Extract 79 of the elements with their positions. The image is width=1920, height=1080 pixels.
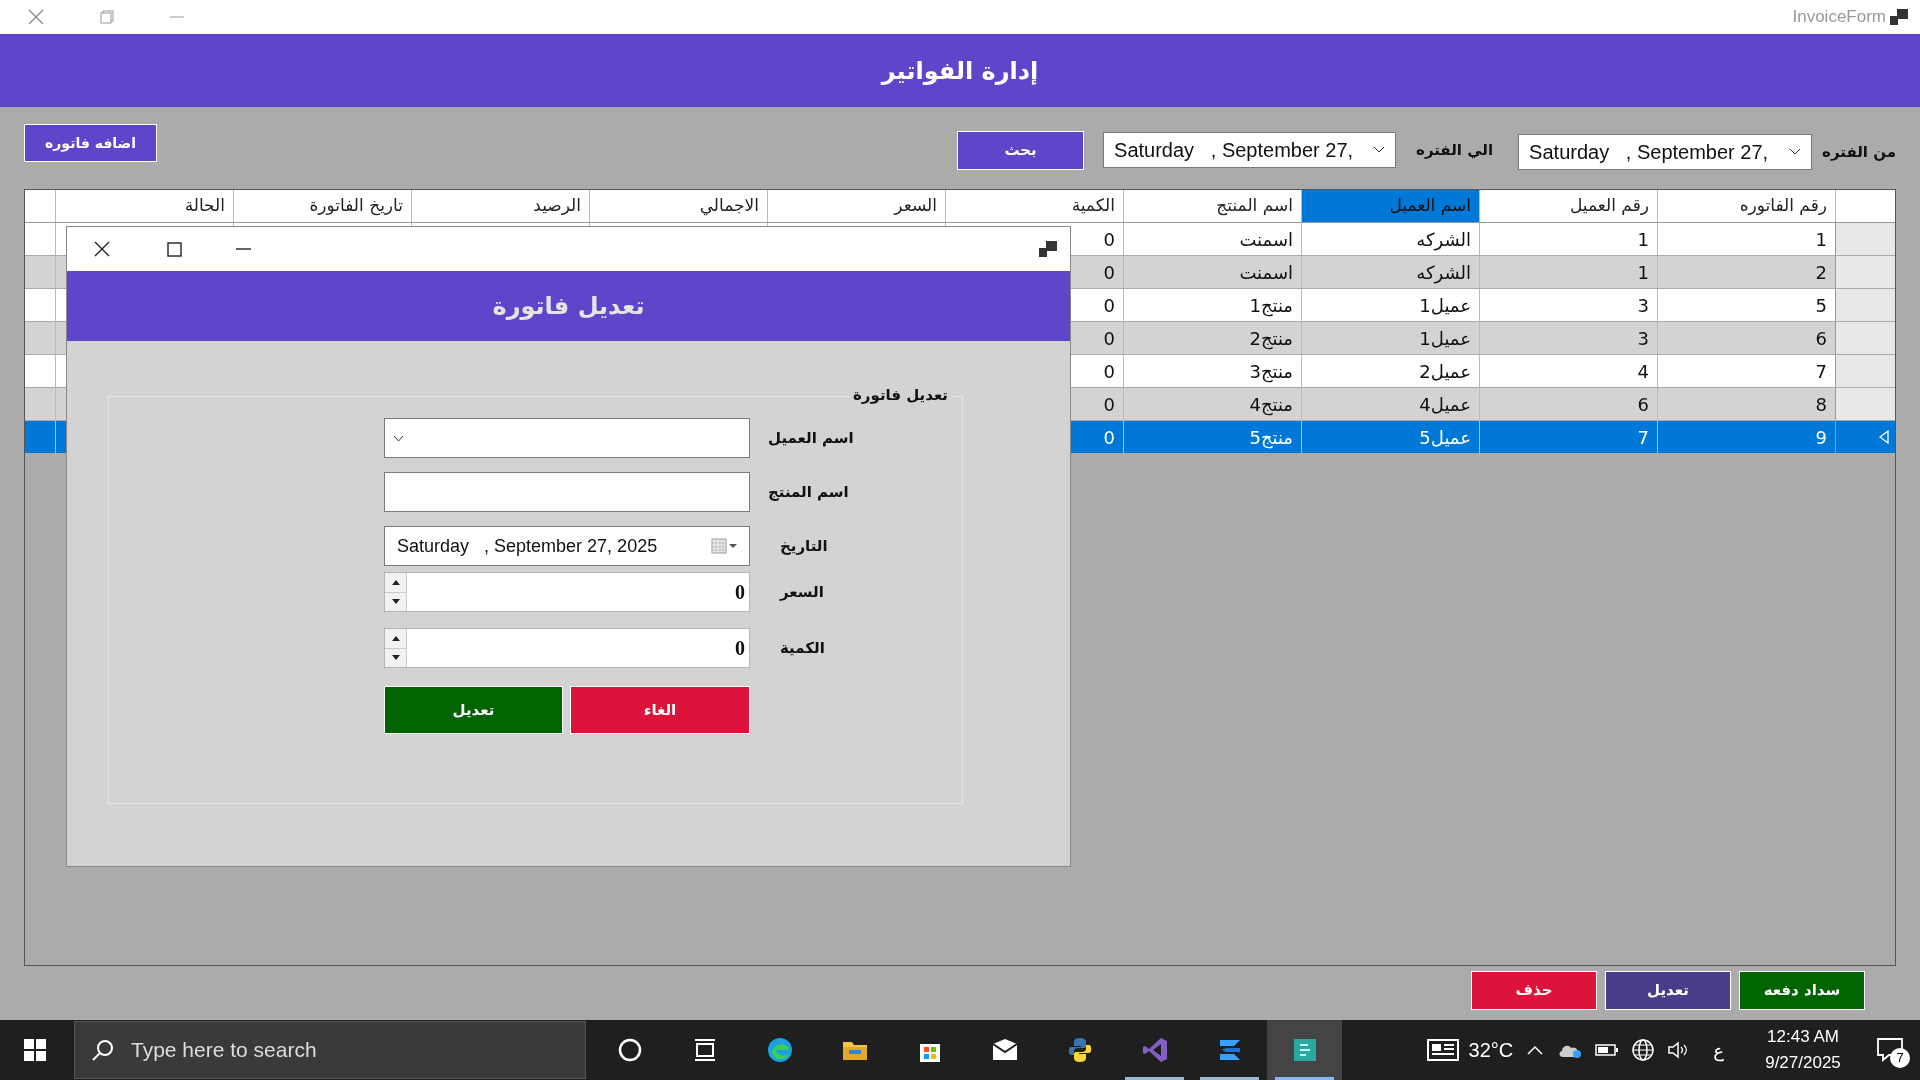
news-icon[interactable] [1426,1039,1459,1061]
chevron-down-icon [393,434,404,442]
app-icon [1039,241,1057,257]
app-icon [1890,9,1908,25]
maximize-icon[interactable] [167,241,182,257]
table-cell: 1 [1657,223,1835,255]
table-cell: 7 [1657,355,1835,387]
table-cell: 8 [1657,388,1835,420]
table-cell: 1 [1479,223,1657,255]
browser-icon [765,1036,794,1064]
battery-icon[interactable] [1595,1043,1620,1057]
table-cell: 6 [1657,322,1835,354]
search-button[interactable]: بحث [957,130,1085,170]
input-field[interactable] [384,472,750,512]
customer-combo-box[interactable] [384,418,750,458]
table-cell: عميل1 [1301,322,1479,354]
table-cell: 2 [1657,256,1835,288]
table-cell: عميل5 [1301,421,1479,453]
clock[interactable]: 12:43 AM 9/27/2025 [1748,1024,1858,1076]
notifications-button[interactable]: 7 [1870,1030,1910,1070]
table-cell: منتج4 [1123,388,1301,420]
close-icon[interactable] [94,241,110,257]
pay-button[interactable]: سداد دفعه [1739,971,1865,1010]
table-cell: الشركه [1301,256,1479,288]
table-cell: 6 [1479,388,1657,420]
table-cell: الشركه [1301,223,1479,255]
temperature-text[interactable]: 32°C [1468,1035,1514,1065]
table-cell: 4 [1479,355,1657,387]
language-indicator[interactable]: ع [1713,1036,1724,1064]
table-cell: منتج5 [1123,421,1301,453]
edit-button[interactable]: تعديل [384,686,563,734]
windows-icon [24,1039,46,1061]
field-label: السعر [780,581,824,603]
field-label: اسم العميل [768,427,854,449]
spin-up-icon[interactable] [385,573,406,593]
form-title: إدارة الفواتير [881,55,1039,87]
table-cell: عميل1 [1301,289,1479,321]
globe-icon[interactable] [1631,1038,1656,1062]
from-label: من الفتره [1822,141,1896,163]
speaker-icon[interactable] [1667,1040,1690,1060]
table-cell: منتج1 [1123,289,1301,321]
table-cell: منتج2 [1123,322,1301,354]
table-cell: اسمنت [1123,256,1301,288]
search-field[interactable]: Type here to search [74,1021,586,1079]
dialog-title: تعديل فاتورة [492,291,645,322]
spin-up-icon[interactable] [385,629,406,649]
number-field[interactable]: 0 [384,628,750,668]
chevron-down-icon [1789,148,1802,156]
message-icon [1877,1038,1903,1062]
chevron-up-icon[interactable] [1527,1045,1544,1055]
field-label: اسم المنتج [768,481,849,503]
row-pointer-icon [1879,430,1889,444]
table-cell: اسمنت [1123,223,1301,255]
edit-button[interactable]: تعديل [1605,971,1731,1010]
table-cell: منتج3 [1123,355,1301,387]
date-picker[interactable]: Saturday , September 27, [1518,134,1813,170]
delete-button[interactable]: حذف [1471,971,1597,1010]
window-title: InvoiceForm [1792,6,1886,29]
to-label: الي الفتره [1416,139,1494,161]
column-header[interactable]: اسم العميل [1301,190,1479,222]
table-cell: 7 [1479,421,1657,453]
table-cell: 1 [1479,256,1657,288]
table-cell: عميل2 [1301,355,1479,387]
field-label: التاريخ [780,535,828,557]
cancel-button[interactable]: الغاء [570,686,750,734]
table-cell: 5 [1657,289,1835,321]
table-cell: عميل4 [1301,388,1479,420]
table-cell: 9 [1657,421,1835,453]
calendar-icon[interactable] [711,538,739,554]
table-cell: 3 [1479,289,1657,321]
date-picker[interactable]: Saturday , September 27, [1103,132,1397,168]
app-icon [1140,1036,1169,1064]
number-field[interactable]: 0 [384,572,750,612]
chevron-down-icon [1373,146,1386,154]
date-picker[interactable]: Saturday , September 27, 2025 [384,526,750,566]
table-cell: 3 [1479,322,1657,354]
add-invoice-button[interactable]: اضافه فاتوره [24,124,157,162]
field-label: الكمية [780,637,825,659]
search-icon [91,1038,115,1062]
